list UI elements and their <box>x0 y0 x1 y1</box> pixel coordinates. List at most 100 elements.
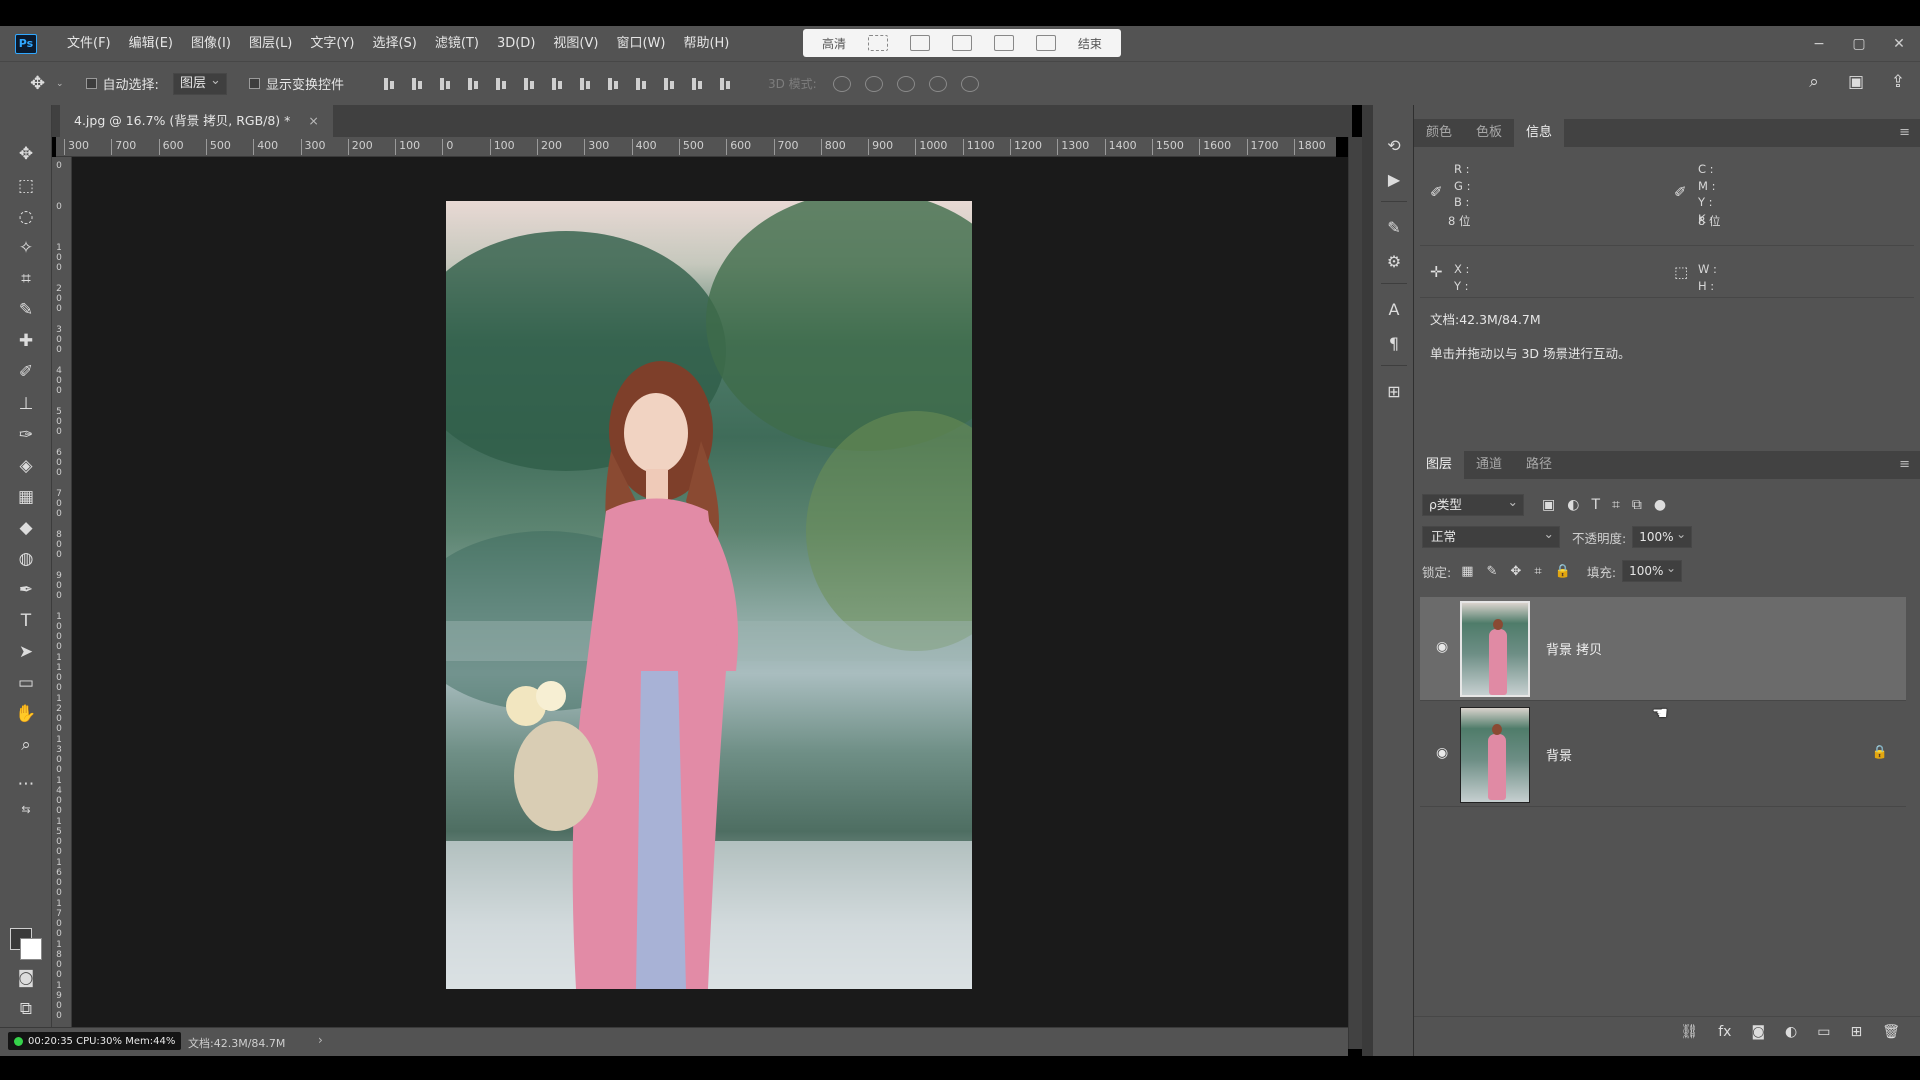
character-panel-icon[interactable]: A <box>1383 299 1405 321</box>
fill-input[interactable]: 100% <box>1622 558 1683 582</box>
tab-info[interactable]: 信息 <box>1514 119 1565 147</box>
filter-shape-icon[interactable]: ⌗ <box>1612 497 1620 513</box>
menu-filter[interactable]: 滤镜(T) <box>426 26 488 61</box>
layer-row[interactable]: ◉ 背景 拷贝 <box>1420 597 1906 701</box>
panel-dock-divider[interactable] <box>1362 105 1372 1056</box>
history-panel-icon[interactable]: ⟲ <box>1383 135 1405 157</box>
auto-align-icon[interactable] <box>718 76 732 92</box>
crop-tool-icon[interactable]: ⌗ <box>13 266 39 292</box>
gradient-tool-icon[interactable]: ▦ <box>13 484 39 510</box>
slide-3d-icon[interactable] <box>928 75 947 92</box>
horizontal-ruler[interactable]: 300 700 600 500 400 300 200 100 0 100 200 300 400 500… <box>56 137 1336 157</box>
vertical-ruler[interactable]: 0 0 1 0 0 2 0 0 3 0 0 4 0 0 5 0 0 6 0 0 7 0 0 8 0… <box>52 157 72 1027</box>
canvas-vertical-scrollbar[interactable] <box>1348 137 1362 1049</box>
actions-panel-icon[interactable]: ▶ <box>1383 169 1405 191</box>
tab-swatches[interactable]: 色板 <box>1464 119 1514 147</box>
scale-3d-icon[interactable] <box>960 75 979 92</box>
swap-colors-icon[interactable]: ⇆ <box>13 797 39 823</box>
align-vcenter-icon[interactable] <box>410 76 424 92</box>
auto-select-target-dropdown[interactable]: 图层 <box>172 71 227 95</box>
path-selection-tool-icon[interactable]: ➤ <box>13 639 39 665</box>
blend-mode-dropdown[interactable]: 正常 <box>1422 524 1560 548</box>
tab-channels[interactable]: 通道 <box>1464 451 1514 479</box>
magic-wand-tool-icon[interactable]: ✧ <box>13 235 39 261</box>
menu-view[interactable]: 视图(V) <box>544 26 607 61</box>
more-tools-icon[interactable]: ⋯ <box>13 771 39 797</box>
align-top-icon[interactable] <box>382 76 396 92</box>
align-left-icon[interactable] <box>466 76 480 92</box>
chart-icon[interactable] <box>993 35 1014 51</box>
roll-3d-icon[interactable] <box>864 75 883 92</box>
search-icon[interactable]: ⌕ <box>1804 72 1824 92</box>
menu-select[interactable]: 选择(S) <box>363 26 425 61</box>
region-select-icon[interactable] <box>867 35 888 51</box>
background-color-swatch[interactable] <box>20 938 42 960</box>
tool-preset-caret-icon[interactable]: ⌄ <box>56 79 64 89</box>
marquee-tool-icon[interactable]: ⬚ <box>13 173 39 199</box>
comment-icon[interactable] <box>951 35 972 51</box>
minimize-icon[interactable]: − <box>1812 37 1826 51</box>
visibility-eye-icon[interactable]: ◉ <box>1436 746 1452 760</box>
distribute-right-icon[interactable] <box>690 76 704 92</box>
layer-name[interactable]: 背景 拷贝 <box>1546 639 1602 658</box>
layer-thumbnail[interactable] <box>1460 707 1530 803</box>
tab-paths[interactable]: 路径 <box>1514 451 1564 479</box>
hand-tool-icon[interactable]: ✋ <box>13 701 39 727</box>
lock-all-icon[interactable]: 🔒 <box>1555 564 1571 579</box>
recorder-end-button[interactable]: 结束 <box>1078 35 1102 52</box>
restore-icon[interactable]: ▢ <box>1852 37 1866 51</box>
panel-menu-icon[interactable]: ≡ <box>1899 457 1910 472</box>
panel-menu-icon[interactable]: ≡ <box>1899 125 1910 140</box>
lock-image-icon[interactable]: ✎ <box>1487 564 1498 579</box>
align-bottom-icon[interactable] <box>438 76 452 92</box>
visibility-eye-icon[interactable]: ◉ <box>1436 640 1452 654</box>
brush-settings-icon[interactable]: ✎ <box>1383 217 1405 239</box>
add-mask-icon[interactable]: ◙ <box>1751 1024 1765 1040</box>
distribute-vcenter-icon[interactable] <box>578 76 592 92</box>
export-icon[interactable] <box>1035 35 1056 51</box>
tab-layers[interactable]: 图层 <box>1414 451 1465 479</box>
menu-file[interactable]: 文件(F) <box>58 26 120 61</box>
filter-pixel-icon[interactable]: ▣ <box>1542 497 1555 513</box>
eyedropper-tool-icon[interactable]: ✎ <box>13 297 39 323</box>
photoshop-logo[interactable]: Ps <box>15 33 37 54</box>
delete-layer-icon[interactable]: 🗑 <box>1882 1024 1900 1040</box>
show-transform-checkbox[interactable] <box>248 78 260 89</box>
dodge-tool-icon[interactable]: ◍ <box>13 546 39 572</box>
distribute-left-icon[interactable] <box>634 76 648 92</box>
zoom-tool-icon[interactable]: ⌕ <box>13 732 39 758</box>
link-layers-icon[interactable]: ⛓ <box>1680 1024 1698 1040</box>
filter-smart-object-icon[interactable]: ⧉ <box>1632 497 1642 513</box>
blur-tool-icon[interactable]: ◆ <box>13 515 39 541</box>
lock-position-icon[interactable]: ✥ <box>1510 564 1521 579</box>
align-hcenter-icon[interactable] <box>494 76 508 92</box>
brush-tool-icon[interactable]: ✐ <box>13 359 39 385</box>
move-tool-icon[interactable]: ✥ <box>13 141 39 167</box>
recorder-quality-button[interactable]: 高清 <box>822 35 846 52</box>
menu-help[interactable]: 帮助(H) <box>674 26 738 61</box>
menu-edit[interactable]: 编辑(E) <box>120 26 182 61</box>
layer-thumbnail[interactable] <box>1460 601 1530 697</box>
opacity-input[interactable]: 100% <box>1632 524 1693 548</box>
document-tab[interactable]: 4.jpg @ 16.7% (背景 拷贝, RGB/8) * × <box>60 105 333 137</box>
screen-mode-icon[interactable]: ⧉ <box>13 996 39 1022</box>
rectangle-tool-icon[interactable]: ▭ <box>13 670 39 696</box>
eraser-tool-icon[interactable]: ◈ <box>13 453 39 479</box>
distribute-bottom-icon[interactable] <box>606 76 620 92</box>
new-layer-icon[interactable]: ⊞ <box>1850 1024 1862 1040</box>
clone-stamp-tool-icon[interactable]: ⊥ <box>13 391 39 417</box>
filter-type-icon[interactable]: T <box>1591 497 1600 513</box>
filter-toggle-icon[interactable]: ● <box>1654 497 1666 513</box>
share-icon[interactable]: ⇪ <box>1888 72 1908 92</box>
adjustments-panel-icon[interactable]: ⚙ <box>1383 251 1405 273</box>
menu-window[interactable]: 窗口(W) <box>607 26 674 61</box>
layer-kind-filter[interactable]: ρ类型 <box>1422 492 1524 516</box>
status-menu-arrow-icon[interactable]: › <box>318 1033 323 1047</box>
window-icon[interactable] <box>909 35 930 51</box>
pen-tool-icon[interactable]: ✒ <box>13 577 39 603</box>
close-icon[interactable]: ✕ <box>1892 37 1906 51</box>
new-group-icon[interactable]: ▭ <box>1817 1024 1830 1040</box>
close-tab-icon[interactable]: × <box>308 105 318 137</box>
menu-image[interactable]: 图像(I) <box>182 26 240 61</box>
pan-3d-icon[interactable] <box>896 75 915 92</box>
